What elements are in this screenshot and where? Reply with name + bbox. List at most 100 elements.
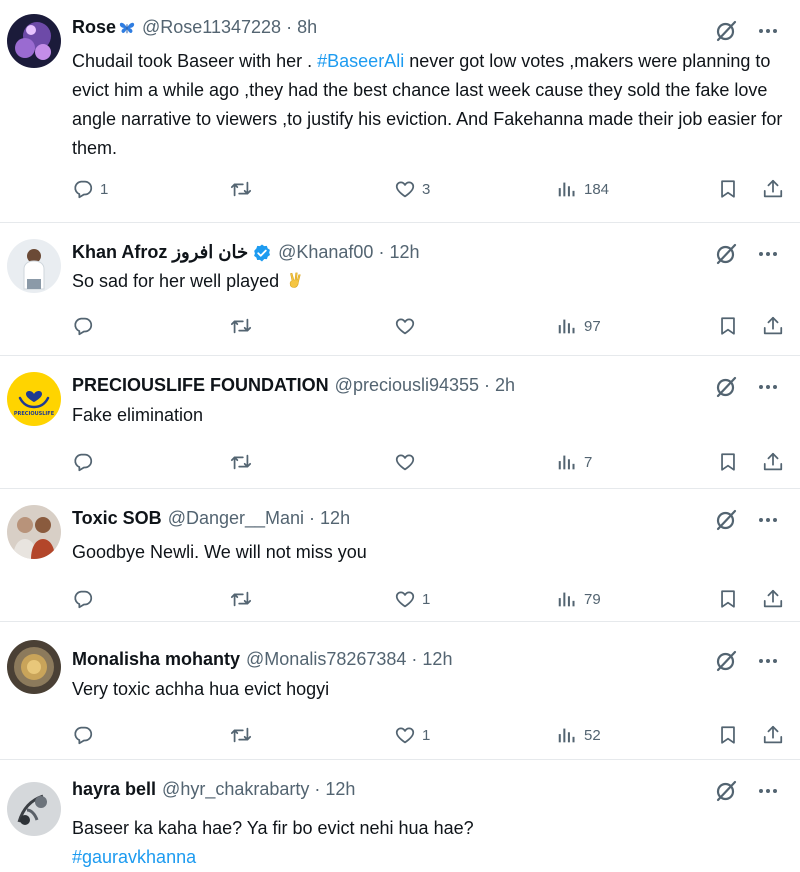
reply-count: 1 <box>100 180 109 198</box>
butterfly-icon <box>119 22 135 33</box>
reply-icon <box>72 315 94 337</box>
avatar[interactable] <box>7 782 61 836</box>
tweet[interactable]: hayra bell @hyr_chakrabarty · 12h Baseer… <box>0 760 800 867</box>
verified-badge-icon <box>254 244 271 261</box>
retweet-button[interactable] <box>230 312 252 340</box>
retweet-button[interactable] <box>230 585 252 613</box>
reply-button[interactable] <box>72 448 94 476</box>
views-button[interactable]: 7 <box>556 448 592 476</box>
bookmark-button[interactable] <box>717 448 739 476</box>
hashtag-link[interactable]: #BaseerAli <box>317 51 404 71</box>
more-options-icon[interactable] <box>756 375 780 399</box>
tweet-text: Very toxic achha hua evict hogyi <box>72 679 330 699</box>
bookmark-icon <box>717 315 739 337</box>
more-options-icon[interactable] <box>756 508 780 532</box>
heart-icon <box>394 724 416 746</box>
reply-button[interactable] <box>72 312 94 340</box>
avatar[interactable] <box>7 505 61 559</box>
user-handle[interactable]: @Khanaf00 <box>278 242 373 263</box>
bookmark-button[interactable] <box>717 312 739 340</box>
tweet[interactable]: Toxic SOB @Danger__Mani · 12h Goodbye Ne… <box>0 489 800 622</box>
timestamp[interactable]: 8h <box>297 17 317 38</box>
views-button[interactable]: 184 <box>556 175 609 203</box>
timestamp[interactable]: 12h <box>320 508 350 529</box>
grok-icon[interactable] <box>714 242 738 266</box>
more-options-icon[interactable] <box>756 649 780 673</box>
like-button[interactable]: 3 <box>394 175 430 203</box>
timestamp[interactable]: 12h <box>389 242 419 263</box>
display-name[interactable]: Monalisha mohanty <box>72 649 240 670</box>
grok-icon[interactable] <box>714 19 738 43</box>
reply-icon <box>72 178 94 200</box>
display-name[interactable]: Khan Afroz خان افروز <box>72 242 248 263</box>
view-count: 184 <box>584 180 610 198</box>
share-icon <box>762 724 784 746</box>
bookmark-icon <box>717 588 739 610</box>
timestamp[interactable]: 12h <box>422 649 452 670</box>
grok-icon[interactable] <box>714 375 738 399</box>
avatar[interactable] <box>7 14 61 68</box>
bookmark-icon <box>717 451 739 473</box>
grok-icon[interactable] <box>714 508 738 532</box>
reply-button[interactable]: 1 <box>72 175 108 203</box>
more-options-icon[interactable] <box>756 242 780 266</box>
bookmark-button[interactable] <box>717 175 739 203</box>
avatar[interactable] <box>7 640 61 694</box>
display-name[interactable]: PRECIOUSLIFE FOUNDATION <box>72 375 329 396</box>
user-handle[interactable]: @Monalis78267384 <box>246 649 406 670</box>
display-name[interactable]: hayra bell <box>72 779 156 800</box>
reply-button[interactable] <box>72 585 94 613</box>
bookmark-icon <box>717 724 739 746</box>
share-button[interactable] <box>762 312 784 340</box>
like-button[interactable] <box>394 448 416 476</box>
more-options-icon[interactable] <box>756 779 780 803</box>
views-button[interactable]: 79 <box>556 585 601 613</box>
views-button[interactable]: 52 <box>556 721 601 749</box>
separator: · <box>411 649 418 669</box>
more-options-icon[interactable] <box>756 19 780 43</box>
share-button[interactable] <box>762 721 784 749</box>
share-button[interactable] <box>762 175 784 203</box>
view-count: 97 <box>584 317 601 335</box>
view-count: 7 <box>584 453 593 471</box>
heart-icon <box>394 588 416 610</box>
avatar[interactable]: PRECIOUSLIFE <box>7 372 61 426</box>
display-name[interactable]: Toxic SOB <box>72 508 162 529</box>
tweet[interactable]: Rose @Rose11347228 · 8h Chudail took Bas… <box>0 0 800 223</box>
tweet[interactable]: Monalisha mohanty @Monalis78267384 · 12h… <box>0 622 800 760</box>
like-button[interactable]: 1 <box>394 721 430 749</box>
heart-icon <box>394 315 416 337</box>
user-handle[interactable]: @Rose11347228 <box>142 17 281 38</box>
grok-icon[interactable] <box>714 779 738 803</box>
tweet[interactable]: PRECIOUSLIFE PRECIOUSLIFE FOUNDATION @pr… <box>0 356 800 489</box>
reply-button[interactable] <box>72 721 94 749</box>
hashtag-link[interactable]: #gauravkhanna <box>72 843 786 872</box>
like-button[interactable] <box>394 312 416 340</box>
heart-icon <box>394 178 416 200</box>
like-button[interactable]: 1 <box>394 585 430 613</box>
bookmark-button[interactable] <box>717 585 739 613</box>
grok-icon[interactable] <box>714 649 738 673</box>
like-count: 3 <box>422 180 431 198</box>
retweet-button[interactable] <box>230 448 252 476</box>
views-icon <box>556 178 578 200</box>
timestamp[interactable]: 12h <box>325 779 355 800</box>
share-button[interactable] <box>762 448 784 476</box>
views-icon <box>556 588 578 610</box>
retweet-icon <box>230 451 252 473</box>
share-button[interactable] <box>762 585 784 613</box>
user-handle[interactable]: @hyr_chakrabarty <box>162 779 309 800</box>
timestamp[interactable]: 2h <box>495 375 515 396</box>
tweet[interactable]: Khan Afroz خان افروز @Khanaf00 · 12h So … <box>0 223 800 356</box>
reply-icon <box>72 588 94 610</box>
retweet-button[interactable] <box>230 721 252 749</box>
share-icon <box>762 451 784 473</box>
views-button[interactable]: 97 <box>556 312 601 340</box>
user-handle[interactable]: @Danger__Mani <box>168 508 304 529</box>
bookmark-button[interactable] <box>717 721 739 749</box>
user-handle[interactable]: @preciousli94355 <box>335 375 479 396</box>
share-icon <box>762 588 784 610</box>
display-name[interactable]: Rose <box>72 17 116 38</box>
retweet-button[interactable] <box>230 175 252 203</box>
avatar[interactable] <box>7 239 61 293</box>
